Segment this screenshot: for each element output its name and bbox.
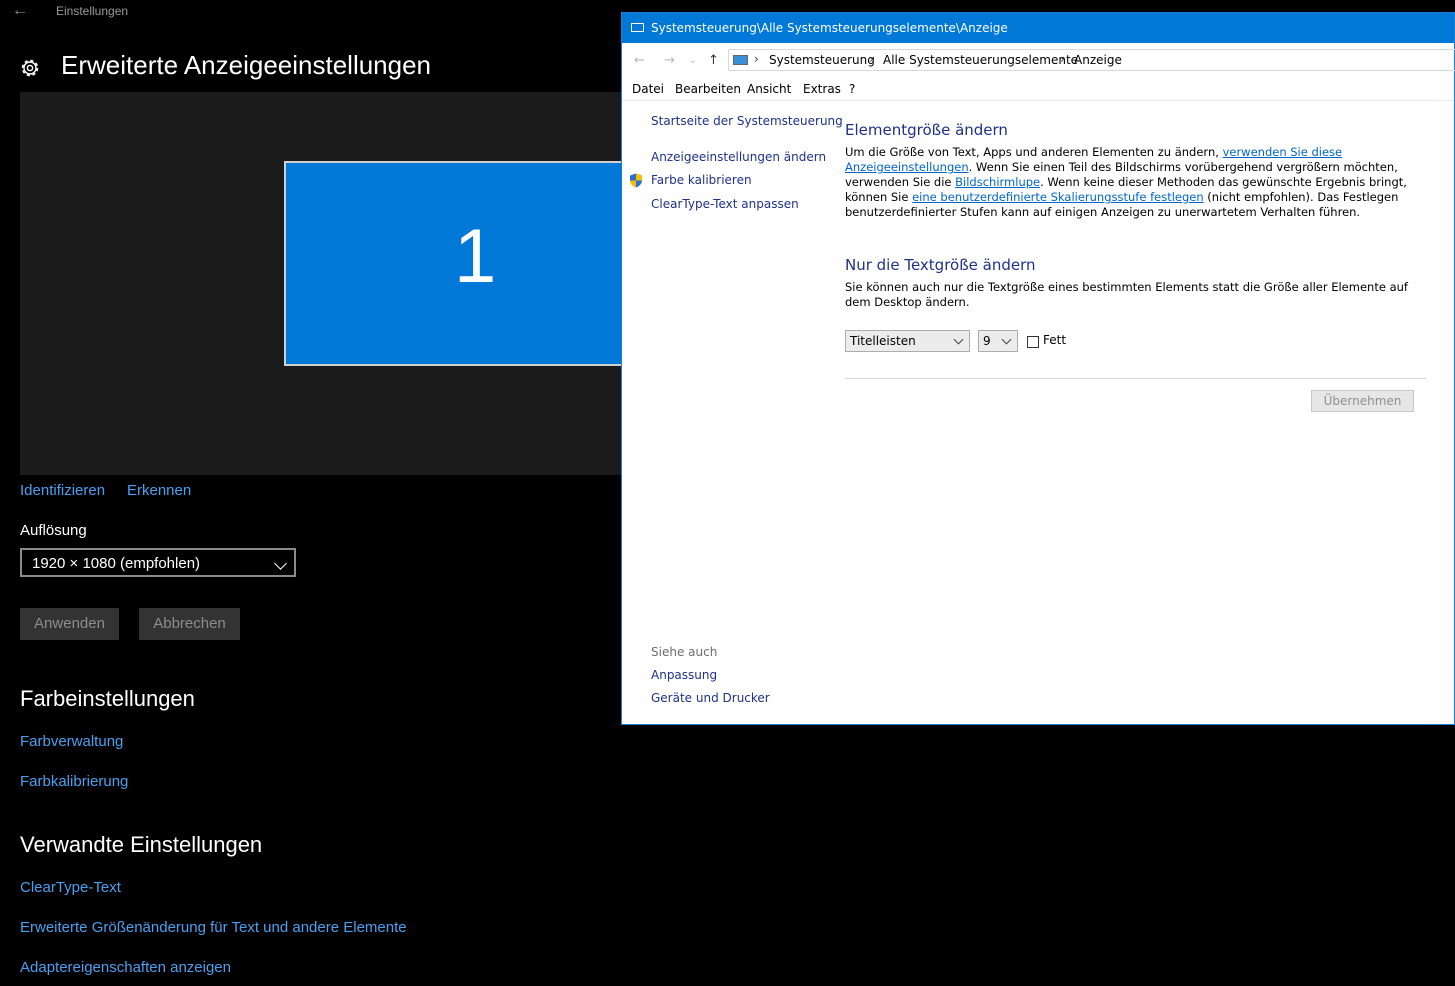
monitor-number: 1 <box>454 214 497 299</box>
element-size-heading: Elementgröße ändern <box>845 121 1008 139</box>
monitor-icon <box>631 23 644 32</box>
chevron-down-icon <box>1001 334 1012 345</box>
identify-link[interactable]: Identifizieren <box>20 482 105 499</box>
resolution-dropdown[interactable]: 1920 × 1080 (empfohlen) <box>20 548 296 577</box>
computer-icon <box>733 55 748 65</box>
bold-checkbox-label[interactable]: Fett <box>1043 333 1066 347</box>
sidebar-calibrate-color-link[interactable]: Farbe kalibrieren <box>651 173 752 187</box>
address-bar: ← → ⌄ ↑ › Systemsteuerung › Alle Systems… <box>622 43 1455 77</box>
menu-bar: Datei Bearbeiten Ansicht Extras ? <box>622 77 1454 101</box>
element-select-value: Titelleisten <box>850 334 916 348</box>
sidebar-display-settings-link[interactable]: Anzeigeeinstellungen ändern <box>651 150 826 164</box>
see-also-label: Siehe auch <box>651 645 718 659</box>
apply-changes-button[interactable]: Übernehmen <box>1311 390 1414 412</box>
description-text: Um die Größe von Text, Apps und anderen … <box>845 145 1223 159</box>
chevron-down-icon <box>953 334 964 345</box>
address-field[interactable]: › Systemsteuerung › Alle Systemsteuerung… <box>728 49 1455 71</box>
color-settings-heading: Farbeinstellungen <box>20 686 195 711</box>
back-icon[interactable]: ← <box>634 53 645 68</box>
menu-datei[interactable]: Datei <box>632 82 664 96</box>
page-title: Erweiterte Anzeigeeinstellungen <box>61 50 432 80</box>
see-also-personalization-link[interactable]: Anpassung <box>651 668 717 682</box>
breadcrumb-separator-icon: › <box>1060 52 1065 66</box>
title-bar[interactable]: Systemsteuerung\Alle Systemsteuerungsele… <box>622 13 1454 43</box>
text-size-heading: Nur die Textgröße ändern <box>845 256 1036 274</box>
menu-extras[interactable]: Extras <box>803 82 841 96</box>
cancel-button[interactable]: Abbrechen <box>139 608 240 640</box>
color-management-link[interactable]: Farbverwaltung <box>20 733 123 750</box>
shield-icon <box>630 173 642 188</box>
menu-bearbeiten[interactable]: Bearbeiten <box>675 82 741 96</box>
adapter-properties-link[interactable]: Adaptereigenschaften anzeigen <box>20 959 231 976</box>
magnifier-link[interactable]: Bildschirmlupe <box>955 175 1040 189</box>
gear-icon <box>21 59 39 77</box>
see-also-devices-printers-link[interactable]: Geräte und Drucker <box>651 691 770 705</box>
cleartype-link[interactable]: ClearType-Text <box>20 879 121 896</box>
app-title: Einstellungen <box>56 4 129 18</box>
breadcrumb-separator-icon: › <box>869 52 874 66</box>
resolution-value: 1920 × 1080 (empfohlen) <box>32 555 201 572</box>
text-size-description: Sie können auch nur die Textgröße eines … <box>845 280 1408 309</box>
forward-icon[interactable]: → <box>664 53 675 68</box>
back-arrow-icon[interactable]: ← <box>12 2 28 20</box>
sidebar-home-link[interactable]: Startseite der Systemsteuerung <box>651 114 843 128</box>
element-size-description: Um die Größe von Text, Apps und anderen … <box>845 145 1435 220</box>
menu-help[interactable]: ? <box>849 82 855 96</box>
control-panel-window: Systemsteuerung\Alle Systemsteuerungsele… <box>621 12 1455 725</box>
detect-link[interactable]: Erkennen <box>127 482 191 499</box>
color-calibration-link[interactable]: Farbkalibrierung <box>20 773 128 790</box>
monitor-tile[interactable]: 1 <box>284 161 623 366</box>
resolution-label: Auflösung <box>20 522 87 539</box>
menu-ansicht[interactable]: Ansicht <box>747 82 791 96</box>
chevron-down-icon <box>274 557 287 570</box>
element-select[interactable]: Titelleisten <box>845 330 970 352</box>
breadcrumb-all-items[interactable]: Alle Systemsteuerungselemente <box>883 53 1078 67</box>
font-size-select[interactable]: 9 <box>978 330 1018 352</box>
bold-checkbox[interactable] <box>1027 336 1039 348</box>
custom-scaling-link[interactable]: eine benutzerdefinierte Skalierungsstufe… <box>912 190 1204 204</box>
recent-locations-icon[interactable]: ⌄ <box>689 56 697 66</box>
related-settings-heading: Verwandte Einstellungen <box>20 832 263 857</box>
divider <box>845 378 1426 379</box>
font-size-value: 9 <box>983 334 991 348</box>
advanced-scaling-link[interactable]: Erweiterte Größenänderung für Text und a… <box>20 919 407 936</box>
sidebar-cleartype-link[interactable]: ClearType-Text anpassen <box>651 197 799 211</box>
up-arrow-icon[interactable]: ↑ <box>708 53 719 68</box>
breadcrumb-systemsteuerung[interactable]: Systemsteuerung <box>769 53 875 67</box>
breadcrumb-anzeige[interactable]: Anzeige <box>1074 53 1122 67</box>
breadcrumb-separator-icon: › <box>754 52 759 66</box>
apply-button[interactable]: Anwenden <box>20 608 119 640</box>
window-title: Systemsteuerung\Alle Systemsteuerungsele… <box>651 21 1008 35</box>
display-arrangement-area: 1 <box>20 92 623 475</box>
